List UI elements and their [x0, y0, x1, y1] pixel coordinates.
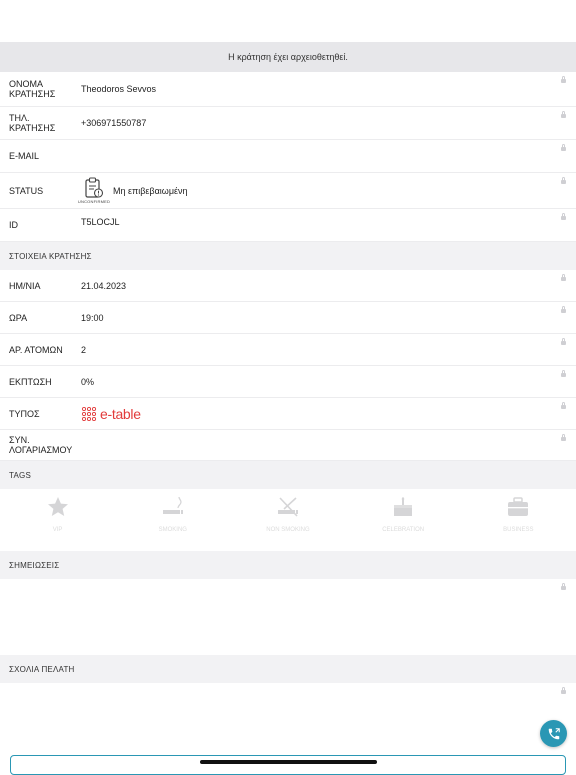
type-row[interactable]: ΤΥΠΟΣ e-table: [0, 398, 576, 430]
type-label: ΤΥΠΟΣ: [9, 408, 40, 419]
lock-icon: [561, 583, 566, 590]
tag-label: CELEBRATION: [382, 527, 425, 533]
id-row: ID T5LOCJL: [0, 209, 576, 242]
lock-icon: [561, 177, 566, 184]
etable-wordmark: e-table: [100, 405, 141, 422]
phone-row[interactable]: ΤΗΛ. ΚΡΑΤΗΣΗΣ +306971550787: [0, 107, 576, 140]
tags-bar: VIP SMOKING NON SMOKING CELEBRATION BUSI…: [0, 489, 576, 551]
home-indicator: [200, 760, 377, 764]
lock-icon: [561, 111, 566, 118]
email-row[interactable]: E-MAIL: [0, 140, 576, 173]
discount-row[interactable]: ΕΚΠΤΩΣΗ 0%: [0, 366, 576, 398]
lock-icon: [561, 338, 566, 345]
tag-smoking[interactable]: SMOKING: [133, 495, 213, 535]
bottom-action-button[interactable]: [10, 755, 566, 775]
lock-icon: [561, 434, 566, 441]
notes-field[interactable]: [0, 579, 576, 655]
tag-vip[interactable]: VIP: [18, 495, 98, 535]
people-label: ΑΡ. ΑΤΟΜΩΝ: [9, 344, 63, 355]
account-row[interactable]: ΣΥΝ. ΛΟΓΑΡΙΑΣΜΟΥ: [0, 430, 576, 461]
etable-dots-icon: [81, 406, 97, 421]
comments-section-header: ΣΧΟΛΙΑ ΠΕΛΑΤΗ: [0, 655, 576, 683]
discount-label: ΕΚΠΤΩΣΗ: [9, 376, 52, 387]
name-label-line1: ΟΝΟΜΑ: [9, 79, 44, 89]
name-row[interactable]: ΟΝΟΜΑ ΚΡΑΤΗΣΗΣ Theodoros Sevvos: [0, 72, 576, 107]
tags-section-header: TAGS: [0, 461, 576, 489]
discount-value: 0%: [81, 376, 95, 387]
briefcase-icon: [508, 497, 529, 516]
status-row[interactable]: STATUS UNCONFIRMED Μη επιβεβαιωμένη: [0, 173, 576, 209]
account-label-line2: ΛΟΓΑΡΙΑΣΜΟΥ: [9, 445, 73, 455]
call-button[interactable]: [540, 720, 567, 747]
phone-value: +306971550787: [81, 118, 147, 128]
top-blank-area: [0, 0, 576, 42]
date-row[interactable]: ΗΜ/ΝΙΑ 21.04.2023: [0, 270, 576, 302]
name-label-line2: ΚΡΑΤΗΣΗΣ: [9, 89, 56, 99]
lock-icon: [561, 687, 566, 694]
smoking-icon: [162, 496, 183, 514]
date-value: 21.04.2023: [81, 280, 127, 291]
notes-section-header: ΣΗΜΕΙΩΣΕΙΣ: [0, 551, 576, 579]
account-label-line1: ΣΥΝ.: [9, 435, 30, 445]
star-icon: [47, 497, 68, 516]
time-row[interactable]: ΩΡΑ 19:00: [0, 302, 576, 334]
booking-section-header: ΣΤΟΙΧΕΙΑ ΚΡΑΤΗΣΗΣ: [0, 242, 576, 270]
lock-icon: [561, 402, 566, 409]
phone-label-line1: ΤΗΛ.: [9, 113, 30, 123]
status-value: Μη επιβεβαιωμένη: [113, 185, 188, 196]
tag-label: SMOKING: [158, 527, 187, 533]
phone-label-line2: ΚΡΑΤΗΣΗΣ: [9, 123, 56, 133]
time-label: ΩΡΑ: [9, 312, 28, 323]
lock-icon: [561, 274, 566, 281]
tag-business[interactable]: BUSINESS: [478, 495, 558, 535]
lock-icon: [561, 370, 566, 377]
lock-icon: [561, 144, 566, 151]
people-value: 2: [81, 344, 87, 355]
account-label: ΣΥΝ. ΛΟΓΑΡΙΑΣΜΟΥ: [0, 435, 81, 455]
comments-field[interactable]: [0, 683, 576, 765]
etable-logo: e-table: [81, 406, 141, 422]
lock-icon: [561, 306, 566, 313]
lock-icon: [561, 213, 566, 220]
email-label: E-MAIL: [9, 151, 40, 161]
time-value: 19:00: [81, 312, 104, 323]
clipboard-icon: [85, 177, 104, 198]
no-smoking-icon: [277, 497, 298, 517]
date-label: ΗΜ/ΝΙΑ: [9, 280, 41, 291]
cake-icon: [394, 497, 413, 516]
tag-non-smoking[interactable]: NON SMOKING: [248, 495, 328, 535]
name-value: Theodoros Sevvos: [81, 84, 157, 94]
phone-label: ΤΗΛ. ΚΡΑΤΗΣΗΣ: [0, 113, 81, 133]
tag-label: NON SMOKING: [266, 527, 310, 533]
tag-label: BUSINESS: [503, 527, 534, 533]
tag-celebration[interactable]: CELEBRATION: [363, 495, 443, 535]
name-label: ΟΝΟΜΑ ΚΡΑΤΗΣΗΣ: [0, 79, 81, 99]
unconfirmed-icon: UNCONFIRMED: [77, 177, 111, 204]
people-row[interactable]: ΑΡ. ΑΤΟΜΩΝ 2: [0, 334, 576, 366]
archived-banner-text: Η κράτηση έχει αρχειοθετηθεί.: [228, 52, 348, 62]
id-label: ID: [9, 220, 18, 230]
phone-icon: [548, 727, 560, 739]
archived-banner: Η κράτηση έχει αρχειοθετηθεί.: [0, 42, 576, 72]
tag-label: VIP: [52, 527, 63, 533]
status-label: STATUS: [9, 185, 44, 196]
lock-icon: [561, 76, 566, 83]
id-value: T5LOCJL: [81, 217, 120, 227]
unconfirmed-caption: UNCONFIRMED: [77, 199, 111, 204]
